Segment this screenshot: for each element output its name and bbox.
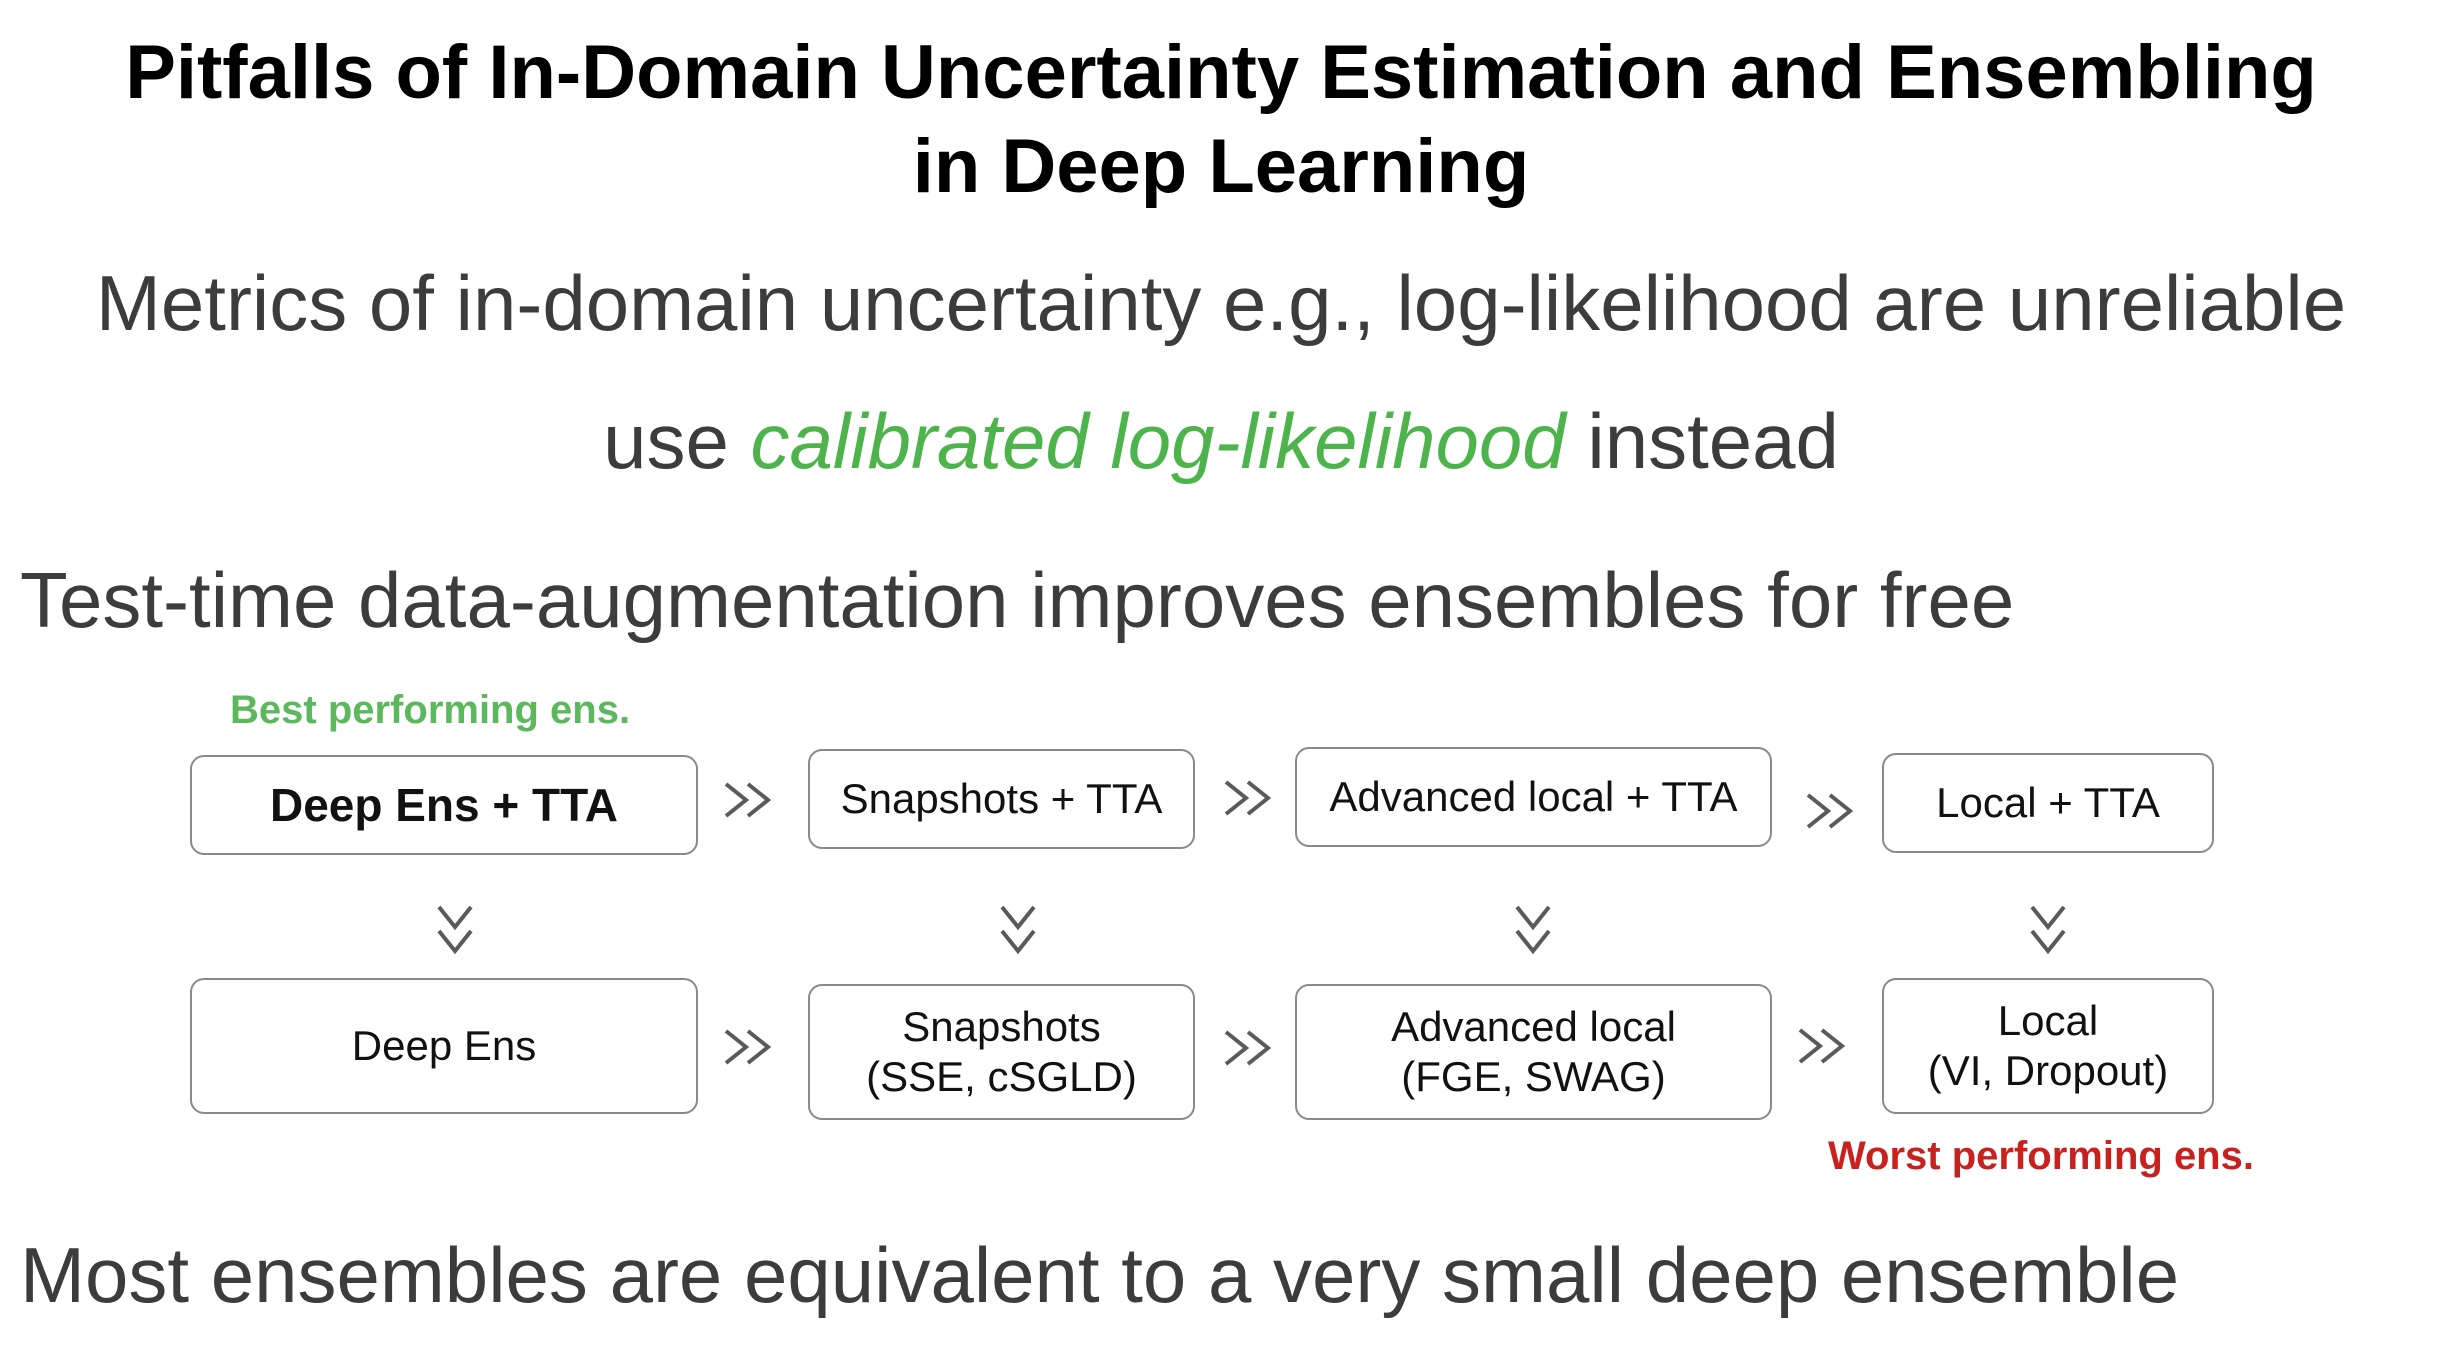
double-chevron-right-icon [1224,1030,1272,1066]
tta-statement: Test-time data-augmentation improves ens… [20,556,2015,644]
box-snapshots-label: Snapshots [902,1003,1101,1050]
box-snapshots: Snapshots (SSE, cSGLD) [808,984,1195,1120]
calibrated-highlight: calibrated log-likelihood [750,397,1566,485]
metrics-statement: Metrics of in-domain uncertainty e.g., l… [95,259,2347,347]
page-title: Pitfalls of In-Domain Uncertainty Estima… [0,26,2442,214]
box-advanced-local-tta-label: Advanced local + TTA [1329,773,1738,820]
box-deep-ens-label: Deep Ens [351,1022,537,1069]
box-local-tta-label: Local + TTA [1936,779,2160,826]
box-local-label: Local [1997,997,2099,1044]
double-chevron-down-icon [2030,905,2066,955]
box-deep-ens-tta: Deep Ens + TTA [190,755,698,855]
calibrated-suffix: instead [1565,397,1839,485]
box-snapshots-tta: Snapshots + TTA [808,749,1195,849]
double-chevron-right-icon [1806,793,1854,829]
title-line-1: Pitfalls of In-Domain Uncertainty Estima… [125,30,2317,115]
box-local-tta: Local + TTA [1882,753,2214,853]
double-chevron-right-icon [1224,780,1272,816]
box-snapshots-sublabel: (SSE, cSGLD) [866,1053,1137,1100]
small-deep-ensemble-statement: Most ensembles are equivalent to a very … [20,1231,2180,1319]
double-chevron-right-icon [724,1029,772,1065]
calibrated-statement: use calibrated log-likelihood instead [0,396,2442,487]
double-chevron-down-icon [437,905,473,955]
box-local-sublabel: (VI, Dropout) [1927,1047,2169,1094]
double-chevron-right-icon [1798,1028,1846,1064]
box-advanced-local: Advanced local (FGE, SWAG) [1295,984,1772,1120]
calibrated-prefix: use [603,397,751,485]
box-snapshots-tta-label: Snapshots + TTA [840,775,1163,822]
double-chevron-right-icon [724,782,772,818]
box-local: Local (VI, Dropout) [1882,978,2214,1114]
title-line-2: in Deep Learning [912,124,1530,209]
box-advanced-local-sublabel: (FGE, SWAG) [1401,1053,1666,1100]
best-performing-label: Best performing ens. [230,688,631,732]
double-chevron-down-icon [1515,905,1551,955]
box-advanced-local-tta: Advanced local + TTA [1295,747,1772,847]
double-chevron-down-icon [1000,905,1036,955]
box-advanced-local-label: Advanced local [1391,1003,1676,1050]
box-deep-ens: Deep Ens [190,978,698,1114]
worst-performing-label: Worst performing ens. [1828,1134,2254,1178]
box-deep-ens-tta-label: Deep Ens + TTA [269,779,619,831]
